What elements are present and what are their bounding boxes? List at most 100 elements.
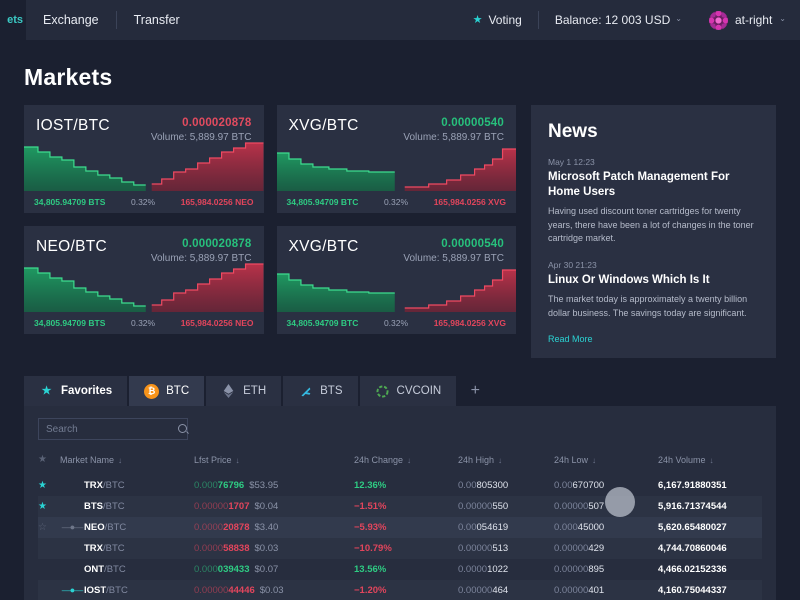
tab-cvcoin[interactable]: CVCOIN [359,376,457,407]
change-value: 12.36% [354,480,387,492]
cell-24h-volume: 4,466.02152336 [658,564,727,576]
star-icon[interactable]: ★ [38,480,47,491]
market-card-volume: Volume: 5,889.97 BTC [403,253,504,264]
table-row[interactable]: —●— IOST/BTC 0.0000044446 $0.03 −1.20% 0.0000… [38,580,762,600]
tab-eth[interactable]: ETH [206,376,282,407]
nav-item-transfer-label: Transfer [133,13,180,27]
col-market-name-label: Market Name [60,454,115,465]
voting-button[interactable]: ★ Voting [457,13,538,27]
market-base: NEO [84,522,105,534]
col-favorite[interactable]: ★ [38,454,60,475]
market-card-footer: 34,805.94709 BTS 0.32% 165,984.0256 NEO [24,312,264,334]
top-navigation-bar: ets Exchange Transfer ★ Voting Balance: … [0,0,800,40]
cell-favorite[interactable] [38,580,60,600]
market-card-header: XVG/BTC 0.00000540 Volume: 5,889.97 BTC [277,105,517,143]
nav-item-exchange[interactable]: Exchange [26,0,116,40]
market-card-ask-total: 165,984.0256 NEO [180,318,254,328]
cell-24h-low: 0.00000507 [554,501,605,513]
news-item[interactable]: May 1 12:23 Microsoft Patch Management F… [548,157,759,246]
cell-24h-high: 0.00000513 [458,543,509,555]
market-card[interactable]: NEO/BTC 0.000020878 Volume: 5,889.97 BTC [24,226,264,334]
market-card-price: 0.00000540 [441,238,504,250]
market-quote: /BTC [104,522,127,534]
cell-last-price: 0.0000044446 $0.03 [194,580,354,600]
col-last-price[interactable]: Lfst Price ↓ [194,454,354,475]
table-row[interactable]: ☆ —●— NEO/BTC 0.000020878 $3.40 −5.93% 0.00054… [38,517,762,539]
cell-24h-high: 0.00000550 [458,501,509,513]
cell-24h-volume: 4,744.70860046 [658,543,727,555]
cell-last-price: 0.00076796 $53.95 [194,475,354,496]
market-quote: /BTC [103,543,125,555]
balance-dropdown[interactable]: Balance: 12 003 USD ⌄ [539,13,695,27]
change-value: 13.56% [354,564,387,576]
market-base: TRX [84,480,103,492]
cell-24h-volume: 4,160.75044337 [658,585,727,597]
star-icon: ★ [472,13,483,26]
sort-down-icon: ↓ [235,455,240,465]
markets-table-body: ★ TRX/BTC 0.00076796 $53.95 12.36% 0.00805300… [38,475,762,600]
market-card-price: 0.000020878 [182,117,252,129]
col-24h-volume[interactable]: 24h Volume ↓ [658,454,762,475]
news-item-headline: Microsoft Patch Management For Home User… [548,171,730,199]
star-icon[interactable]: ★ [38,501,47,512]
market-card-footer: 34,805.94709 BTC 0.32% 165,984.0256 XVG [277,312,517,334]
cell-favorite[interactable]: ★ [38,496,60,517]
market-card-price: 0.000020878 [182,238,252,250]
market-card-bid-total: 34,805.94709 BTS [34,318,106,328]
star-outline-icon[interactable]: ☆ [38,522,47,533]
tab-bts[interactable]: BTS [283,376,358,407]
market-card-pair: XVG/BTC [288,238,359,255]
nav-item-markets[interactable]: ets [0,0,26,40]
search-input[interactable] [46,423,178,435]
page-title: Markets [24,64,113,90]
market-card[interactable]: XVG/BTC 0.00000540 Volume: 5,889.97 BTC [276,226,517,334]
col-24h-high[interactable]: 24h High ↓ [458,454,554,475]
markets-overview-row: IOST/BTC 0.000020878 Volume: 5,889.97 BT… [24,105,776,359]
col-24h-low-label: 24h Low [554,454,589,465]
news-item-headline: Linux Or Windows Which Is It [548,273,710,286]
table-row[interactable]: ★ BTS/BTC 0.000001707 $0.04 −1.51% 0.00000550… [38,496,762,518]
search-box[interactable] [38,418,188,441]
market-card-bid-total: 34,805.94709 BTS [34,197,106,207]
add-tab-button[interactable]: + [458,376,492,406]
cell-favorite[interactable] [38,538,60,559]
cell-market-name: BTS/BTC [84,496,194,517]
col-market-name[interactable]: Market Name ↓ [60,454,194,475]
cell-marker [60,538,84,559]
bitshares-icon [298,384,313,399]
balance-label: Balance: 12 003 USD [554,13,671,27]
nav-item-exchange-label: Exchange [43,13,99,27]
cell-favorite[interactable]: ☆ [38,517,60,538]
cell-last-price: 0.000020878 $3.40 [194,517,354,538]
tab-btc[interactable]: ₿ BTC [129,376,205,407]
market-card[interactable]: IOST/BTC 0.000020878 Volume: 5,889.97 BT… [24,105,264,213]
cell-favorite[interactable] [38,559,60,580]
cell-favorite[interactable]: ★ [38,475,60,496]
market-card-spread: 0.32% [130,197,156,207]
read-more-link[interactable]: Read More [548,334,759,344]
cell-24h-high: 0.00805300 [458,480,509,492]
market-card-ask-total: 165,984.0256 XVG [433,197,506,207]
col-24h-change[interactable]: 24h Change ↓ [354,454,458,475]
cell-24h-change: −10.79% [354,538,458,559]
last-price-usd: $0.03 [254,543,279,555]
market-marker-icon: —●— [61,585,83,596]
cell-24h-change: −1.51% [354,496,458,517]
account-label: at-right [734,13,773,27]
tab-favorites[interactable]: ★ Favorites [24,376,128,407]
news-item[interactable]: Apr 30 21:23 Linux Or Windows Which Is I… [548,260,759,320]
change-value: −1.51% [354,501,387,513]
table-row[interactable]: TRX/BTC 0.000058838 $0.03 −10.79% 0.00000513… [38,538,762,560]
nav-item-transfer[interactable]: Transfer [117,0,197,40]
last-price: 0.0000044446 [194,585,255,597]
cell-24h-low: 0.00000401 [554,585,605,597]
table-row[interactable]: ONT/BTC 0.000039433 $0.07 13.56% 0.00001022 0… [38,559,762,580]
market-quote: /BTC [104,564,126,576]
last-price-usd: $3.40 [254,522,279,534]
table-row[interactable]: ★ TRX/BTC 0.00076796 $53.95 12.36% 0.00805300… [38,475,762,496]
market-card[interactable]: XVG/BTC 0.00000540 Volume: 5,889.97 BTC [276,105,517,213]
market-card-pair: NEO/BTC [36,238,107,255]
market-card-bid-total: 34,805.94709 BTC [286,318,359,328]
account-dropdown[interactable]: at-right ⌄ [695,10,786,30]
col-24h-low[interactable]: 24h Low ↓ [554,454,658,475]
